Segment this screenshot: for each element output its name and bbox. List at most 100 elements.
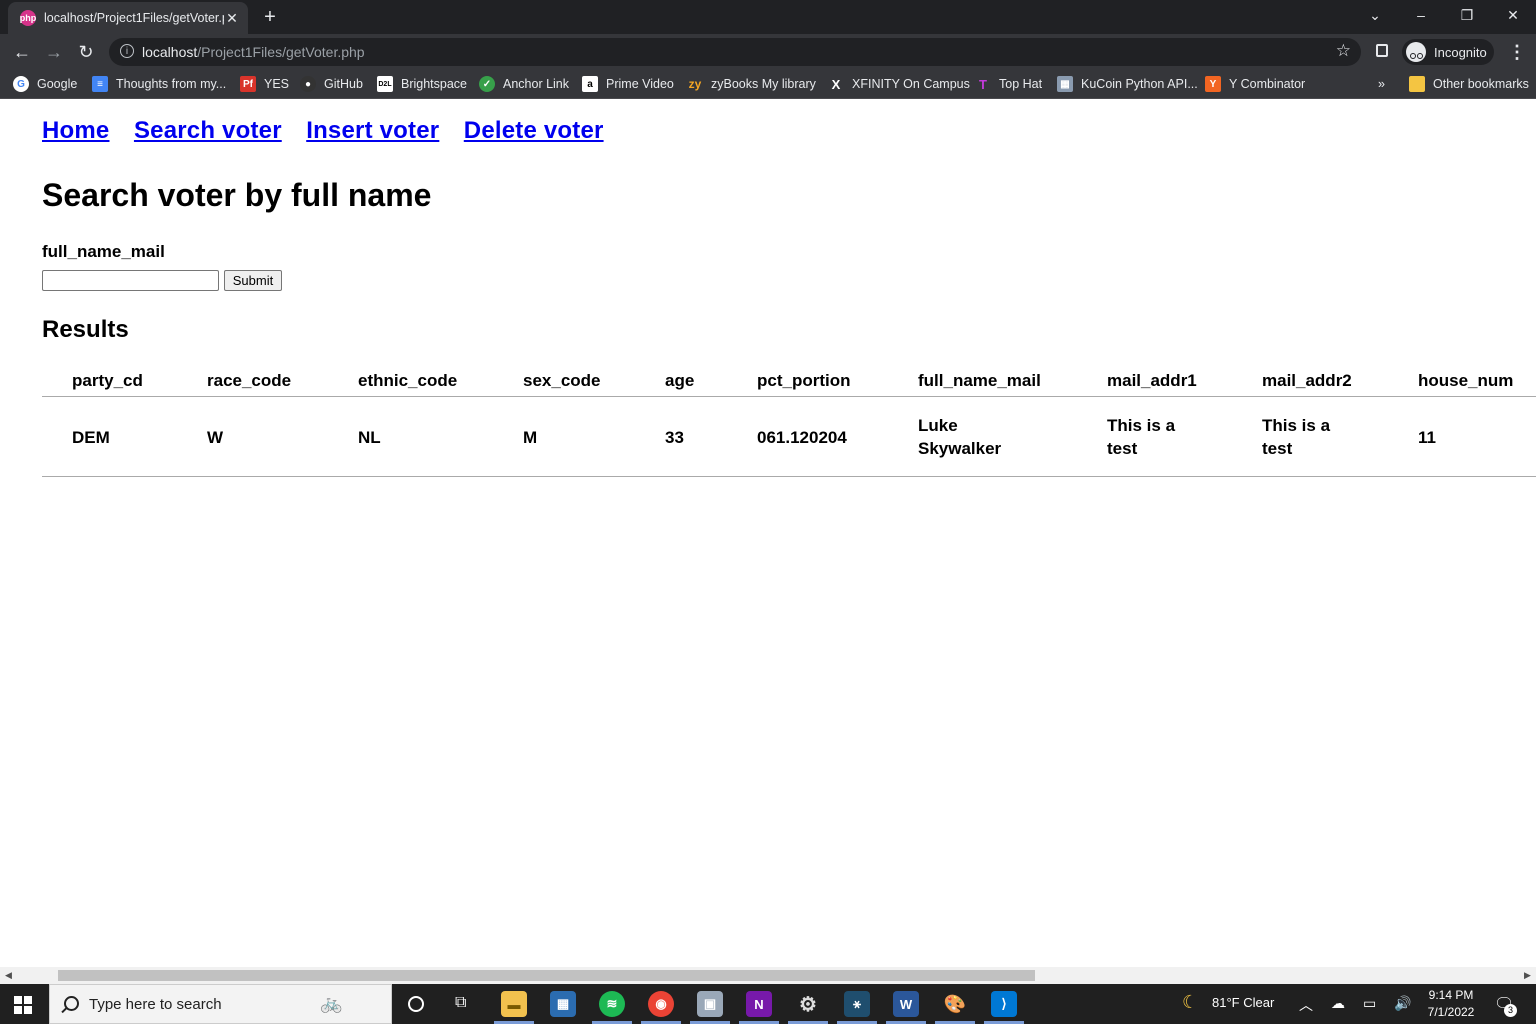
minimize-icon[interactable]: –: [1398, 0, 1444, 30]
scrollbar-thumb[interactable]: [58, 970, 1035, 981]
notification-badge: 3: [1504, 1004, 1517, 1017]
word-icon[interactable]: W: [893, 991, 919, 1017]
nav-home-link[interactable]: Home: [42, 117, 109, 144]
incognito-profile-button[interactable]: Incognito: [1402, 39, 1494, 65]
onenote-icon[interactable]: N: [746, 991, 772, 1017]
column-header-race-code: race_code: [207, 371, 292, 390]
github-icon: ●: [300, 76, 316, 92]
settings-gear-icon[interactable]: ⚙: [795, 991, 821, 1017]
cell-full-name-mail: Luke Skywalker: [918, 416, 1002, 458]
bookmark-zybooks[interactable]: zy zyBooks My library: [687, 75, 816, 93]
scroll-left-arrow-icon[interactable]: ◀: [5, 970, 12, 981]
cell-mail-addr2: This is a test: [1262, 416, 1331, 458]
task-view-icon[interactable]: ⧉: [455, 994, 466, 1012]
windows-start-icon[interactable]: [14, 996, 32, 1014]
bookmark-top-hat[interactable]: T Top Hat: [975, 75, 1042, 93]
horizontal-scrollbar[interactable]: ◀ ▶: [0, 967, 1536, 984]
row-divider: [42, 476, 1536, 477]
tray-chevron-up-icon[interactable]: ︿: [1299, 995, 1313, 1015]
bookmark-brightspace[interactable]: D2L Brightspace: [377, 75, 467, 93]
docs-icon: ≡: [92, 76, 108, 92]
taskbar-search-box[interactable]: Type here to search 🚲: [49, 984, 392, 1024]
header-divider: [42, 396, 1536, 397]
chrome-icon[interactable]: ◉: [648, 991, 674, 1017]
battery-icon[interactable]: ▭: [1363, 995, 1376, 1012]
bookmark-y-combinator[interactable]: Y Y Combinator: [1205, 75, 1305, 93]
bookmark-label: XFINITY On Campus: [852, 77, 970, 91]
nav-search-voter-link[interactable]: Search voter: [134, 117, 282, 144]
spotify-icon[interactable]: ≋: [599, 991, 625, 1017]
more-bookmarks-icon[interactable]: »: [1378, 75, 1385, 93]
bookmark-yes[interactable]: Pf YES: [240, 75, 289, 93]
site-info-icon[interactable]: i: [120, 44, 134, 58]
incognito-icon: [1406, 42, 1426, 62]
bookmark-label: Y Combinator: [1229, 77, 1306, 91]
bookmark-prime-video[interactable]: a Prime Video: [582, 75, 674, 93]
tab-title: localhost/Project1Files/getVoter.php: [44, 11, 224, 25]
menu-kebab-icon[interactable]: ⋮: [1508, 42, 1526, 62]
cell-age: 33: [665, 428, 684, 447]
photos-icon[interactable]: ▣: [697, 991, 723, 1017]
mysql-workbench-icon[interactable]: ⚹: [844, 991, 870, 1017]
browser-tab-active[interactable]: php localhost/Project1Files/getVoter.php…: [8, 2, 248, 34]
column-header-ethnic-code: ethnic_code: [358, 371, 458, 390]
scroll-right-arrow-icon[interactable]: ▶: [1524, 970, 1531, 981]
new-tab-icon[interactable]: +: [258, 5, 282, 29]
weather-text[interactable]: 81°F Clear: [1212, 995, 1274, 1010]
d2l-icon: D2L: [377, 76, 393, 92]
column-header-party-cd: party_cd: [72, 371, 143, 390]
volume-icon[interactable]: 🔊: [1394, 995, 1411, 1012]
cortana-icon[interactable]: [408, 996, 424, 1012]
column-header-full-name-mail: full_name_mail: [918, 371, 1041, 390]
restore-icon[interactable]: ❐: [1444, 0, 1490, 30]
column-header-mail-addr1: mail_addr1: [1107, 371, 1197, 390]
url-text[interactable]: localhost/Project1Files/getVoter.php: [142, 44, 365, 60]
microsoft-store-icon[interactable]: ▦: [550, 991, 576, 1017]
site-nav: Home Search voter Insert voter Delete vo…: [42, 117, 624, 145]
column-header-sex-code: sex_code: [523, 371, 601, 390]
file-explorer-icon[interactable]: ▬: [501, 991, 527, 1017]
side-panel-icon[interactable]: [1376, 44, 1388, 57]
bookmark-kucoin[interactable]: ▦ KuCoin Python API...: [1057, 75, 1198, 93]
nav-insert-voter-link[interactable]: Insert voter: [306, 117, 439, 144]
search-icon: [64, 996, 79, 1011]
cell-party-cd: DEM: [72, 428, 110, 447]
bookmark-google[interactable]: G Google: [13, 75, 77, 93]
taskbar-clock[interactable]: 9:14 PM 7/1/2022: [1420, 987, 1482, 1021]
column-header-house-num: house_num: [1418, 371, 1514, 390]
bookmarks-bar: G Google ≡ Thoughts from my... Pf YES ● GitH…: [0, 70, 1536, 99]
vscode-icon[interactable]: ⟩: [991, 991, 1017, 1017]
bookmark-label: KuCoin Python API...: [1081, 77, 1198, 91]
anchor-link-icon: ✓: [479, 76, 495, 92]
full-name-mail-input[interactable]: [42, 270, 219, 291]
bookmark-anchor-link[interactable]: ✓ Anchor Link: [479, 75, 569, 93]
address-bar[interactable]: i localhost/Project1Files/getVoter.php ☆: [109, 38, 1361, 66]
bookmark-star-icon[interactable]: ☆: [1336, 41, 1351, 61]
page-title: Search voter by full name: [42, 177, 432, 213]
moon-weather-icon: ☾: [1182, 992, 1199, 1012]
bookmark-thoughts[interactable]: ≡ Thoughts from my...: [92, 75, 226, 93]
cell-race-code: W: [207, 428, 224, 447]
page-viewport: Home Search voter Insert voter Delete vo…: [0, 99, 1536, 967]
paint-icon[interactable]: 🎨: [942, 991, 968, 1017]
reload-icon[interactable]: ↻: [74, 40, 98, 64]
more-bookmarks-label: »: [1378, 77, 1385, 91]
bookmark-label: YES: [264, 77, 290, 91]
back-arrow-icon[interactable]: ←: [10, 40, 34, 64]
amazon-icon: a: [582, 76, 598, 92]
tab-search-chevron-icon[interactable]: ⌄: [1352, 0, 1398, 30]
cell-ethnic-code: NL: [358, 428, 381, 447]
bookmark-label: Google: [37, 77, 78, 91]
onedrive-cloud-icon[interactable]: ☁: [1331, 995, 1345, 1012]
nav-delete-voter-link[interactable]: Delete voter: [464, 117, 604, 144]
bike-doodle-icon: 🚲: [320, 993, 343, 1013]
forward-arrow-icon[interactable]: →: [42, 40, 66, 64]
other-bookmarks[interactable]: Other bookmarks: [1409, 75, 1529, 93]
close-tab-icon[interactable]: ✕: [224, 10, 240, 27]
bookmark-label: Brightspace: [401, 77, 468, 91]
submit-button[interactable]: Submit: [224, 270, 282, 291]
close-window-icon[interactable]: ✕: [1490, 0, 1536, 30]
cell-pct-portion: 061.120204: [757, 428, 847, 447]
bookmark-github[interactable]: ● GitHub: [300, 75, 363, 93]
bookmark-xfinity[interactable]: X XFINITY On Campus: [828, 75, 970, 93]
